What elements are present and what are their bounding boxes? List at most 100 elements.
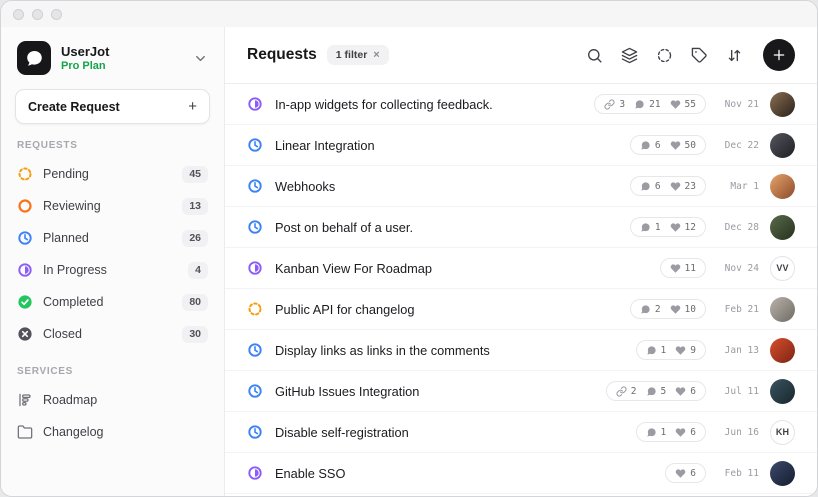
status-planned-icon <box>247 424 263 440</box>
request-row[interactable]: Disable self-registration16Jun 16KH <box>225 412 817 453</box>
comments-stat: 1 <box>640 222 661 233</box>
comments-icon <box>646 386 657 397</box>
pending-icon <box>17 166 33 182</box>
avatar <box>770 297 795 322</box>
sidebar-item-label: Reviewing <box>43 199 101 213</box>
window-body: UserJot Pro Plan Create Request + REQUES… <box>1 27 817 496</box>
votes-icon <box>670 140 681 151</box>
comments-count: 21 <box>649 99 660 110</box>
status-planned-icon <box>247 137 263 153</box>
request-stats: 16 <box>636 422 706 442</box>
status-circle-icon <box>656 47 673 64</box>
sort-icon <box>726 47 743 64</box>
count-badge: 45 <box>182 166 208 183</box>
comments-stat: 5 <box>646 386 667 397</box>
workspace-plan: Pro Plan <box>61 60 109 72</box>
votes-icon <box>675 345 686 356</box>
filter-remove-icon[interactable]: × <box>373 49 379 61</box>
request-stats: 32155 <box>594 94 706 114</box>
link-icon <box>604 99 615 110</box>
request-row[interactable]: In-app widgets for collecting feedback.3… <box>225 84 817 125</box>
filter-chip[interactable]: 1 filter × <box>327 45 389 65</box>
comments-count: 5 <box>661 386 667 397</box>
comments-stat: 2 <box>640 304 661 315</box>
request-title: GitHub Issues Integration <box>275 384 419 399</box>
sidebar-item-in-progress[interactable]: In Progress4 <box>15 254 210 286</box>
sidebar-item-label: Closed <box>43 327 82 341</box>
roadmap-icon <box>17 392 33 408</box>
comments-icon <box>646 427 657 438</box>
request-date: Jan 13 <box>717 345 759 356</box>
sidebar-item-changelog[interactable]: Changelog <box>15 416 210 448</box>
workspace-switcher[interactable]: UserJot Pro Plan <box>15 39 210 75</box>
window-minimize-button[interactable] <box>32 9 43 20</box>
count-badge: 26 <box>182 230 208 247</box>
status-inprogress-icon <box>247 96 263 112</box>
status-inprogress-icon <box>247 465 263 481</box>
request-title: Post on behalf of a user. <box>275 220 413 235</box>
comments-icon <box>640 222 651 233</box>
sidebar-item-reviewing[interactable]: Reviewing13 <box>15 190 210 222</box>
votes-icon <box>670 304 681 315</box>
comments-icon <box>640 181 651 192</box>
request-row[interactable]: Display links as links in the comments19… <box>225 330 817 371</box>
request-row[interactable]: GitHub Issues Integration256Jul 11 <box>225 371 817 412</box>
avatar: VV <box>770 256 795 281</box>
votes-stat: 6 <box>675 427 696 438</box>
avatar <box>770 92 795 117</box>
request-row[interactable]: Public API for changelog210Feb 21 <box>225 289 817 330</box>
layers-button[interactable] <box>614 40 644 70</box>
request-date: Nov 24 <box>717 263 759 274</box>
create-request-button[interactable]: Create Request + <box>15 89 210 124</box>
sidebar-item-label: Roadmap <box>43 393 97 407</box>
request-title: Disable self-registration <box>275 425 409 440</box>
request-row[interactable]: Kanban View For Roadmap11Nov 24VV <box>225 248 817 289</box>
request-meta: 210Feb 21 <box>630 297 795 322</box>
sidebar-item-closed[interactable]: Closed30 <box>15 318 210 350</box>
request-row[interactable]: Webhooks623Mar 1 <box>225 166 817 207</box>
votes-count: 50 <box>685 140 696 151</box>
status-circle-button[interactable] <box>649 40 679 70</box>
comments-count: 1 <box>655 222 661 233</box>
request-meta: 650 Dec 22 <box>630 133 795 158</box>
link-count: 2 <box>631 386 637 397</box>
sidebar-item-roadmap[interactable]: Roadmap <box>15 384 210 416</box>
status-planned-icon <box>247 219 263 235</box>
comments-stat: 21 <box>634 99 660 110</box>
comments-count: 2 <box>655 304 661 315</box>
completed-icon <box>17 294 33 310</box>
planned-icon <box>17 230 33 246</box>
window-zoom-button[interactable] <box>51 9 62 20</box>
request-list: In-app widgets for collecting feedback.3… <box>225 84 817 496</box>
filter-chip-label: 1 filter <box>336 49 368 61</box>
search-button[interactable] <box>579 40 609 70</box>
sidebar-item-completed[interactable]: Completed80 <box>15 286 210 318</box>
request-date: Nov 21 <box>717 99 759 110</box>
sidebar-item-planned[interactable]: Planned26 <box>15 222 210 254</box>
section-label-requests: REQUESTS <box>17 140 208 151</box>
request-date: Dec 28 <box>717 222 759 233</box>
window-close-button[interactable] <box>13 9 24 20</box>
avatar <box>770 174 795 199</box>
link-stat: 2 <box>616 386 637 397</box>
sort-button[interactable] <box>719 40 749 70</box>
status-planned-icon <box>247 383 263 399</box>
votes-count: 23 <box>685 181 696 192</box>
sidebar-item-label: Pending <box>43 167 89 181</box>
request-row[interactable]: Enable SSO6Feb 11 <box>225 453 817 494</box>
request-title: Kanban View For Roadmap <box>275 261 432 276</box>
avatar <box>770 215 795 240</box>
sidebar-item-pending[interactable]: Pending 45 <box>15 158 210 190</box>
votes-stat: 6 <box>675 386 696 397</box>
page-title: Requests <box>247 46 317 64</box>
request-stats: 650 <box>630 135 706 155</box>
comments-count: 1 <box>661 427 667 438</box>
request-row[interactable]: Linear Integration650Dec 22 <box>225 125 817 166</box>
tag-button[interactable] <box>684 40 714 70</box>
votes-stat: 10 <box>670 304 696 315</box>
request-date: Dec 22 <box>717 140 759 151</box>
comments-stat: 6 <box>640 181 661 192</box>
request-row[interactable]: Post on behalf of a user.112Dec 28 <box>225 207 817 248</box>
new-request-button[interactable] <box>763 39 795 71</box>
votes-count: 6 <box>690 468 696 479</box>
